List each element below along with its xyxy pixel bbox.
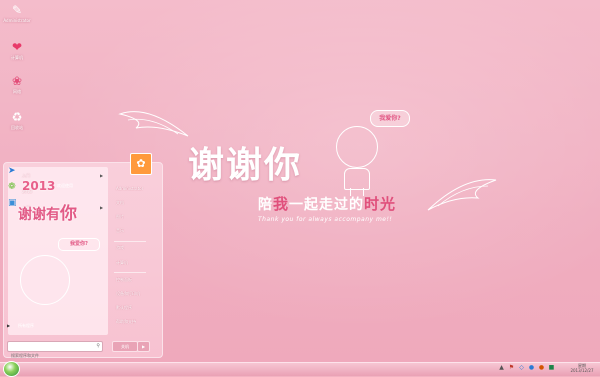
flag-icon[interactable]: ⚑ — [508, 364, 515, 371]
cartoon-girl-head — [336, 126, 378, 168]
network-icon: ❀ — [11, 74, 23, 88]
start-menu-right-item-pictures[interactable]: 图片 — [110, 214, 124, 219]
start-menu-year-subtext: 欢迎使用 — [57, 183, 73, 188]
start-menu-right-item-games[interactable]: 游戏 — [110, 245, 124, 250]
clock-date: 2013/12/27 — [570, 368, 594, 373]
desktop-icon-network[interactable]: ❀ 网络 — [0, 74, 34, 94]
desktop-icon-recycle-bin[interactable]: ♻ 回收站 — [0, 110, 34, 130]
start-menu-right-item-devices[interactable]: 设备和打印机 — [110, 291, 140, 296]
all-programs-button[interactable]: ▶ 所有程序 — [4, 322, 104, 330]
wallpaper-headline: 谢谢你 — [188, 145, 303, 186]
start-menu-right-item-control-panel[interactable]: 控制面板 — [110, 277, 132, 282]
start-menu-right-item-default-programs[interactable]: 默认程序 — [110, 305, 132, 310]
start-search-input[interactable] — [8, 351, 91, 360]
shutdown-button[interactable]: 关机 — [112, 341, 138, 352]
wallpaper-bubble-text: 我爱你? — [379, 115, 401, 122]
desktop-icon-computer[interactable]: ❤ 计算机 — [0, 40, 34, 60]
wallpaper-subline-emph2: 时光 — [364, 195, 397, 213]
desktop-icon-label: Administrator — [3, 18, 31, 23]
wallpaper-subline: 陪我一起走过的时光 — [258, 193, 396, 214]
chevron-right-icon: ▶ — [7, 323, 11, 328]
start-menu-right-item-user[interactable]: Administrator — [110, 186, 143, 191]
network-icon[interactable]: ◇ — [518, 364, 525, 371]
start-search-box[interactable]: ⚲ — [7, 341, 103, 360]
cartoon-girl-body — [344, 168, 370, 190]
start-menu-right-item-help[interactable]: 帮助和支持 — [110, 319, 136, 324]
security-icon[interactable]: ● — [538, 364, 545, 371]
desktop-icon-label: 网络 — [13, 89, 21, 94]
start-menu-headline-text: 谢谢有 — [18, 207, 60, 223]
volume-icon[interactable]: ● — [528, 364, 535, 371]
right-wing-decoration — [427, 179, 497, 211]
chevron-right-icon: ▶ — [141, 344, 146, 349]
chevron-right-icon[interactable]: ▶ — [100, 205, 103, 210]
start-menu-headline: 谢谢有你 — [18, 199, 77, 224]
desktop-icon-administrator[interactable]: ✎ Administrator — [0, 3, 34, 23]
shutdown-options-button[interactable]: ▶ — [137, 341, 150, 352]
wallpaper-english-text: Thank you for always accompany me!! — [258, 216, 393, 223]
desktop-icon-label: 回收站 — [11, 125, 23, 130]
windows-flag-icon: ▣ — [8, 198, 17, 208]
wallpaper-subline-prefix: 陪 — [258, 197, 273, 213]
left-wing-decoration — [118, 111, 189, 137]
start-menu-headline-big: 你 — [60, 204, 77, 224]
wallpaper-subline-mid: 一起走过的 — [289, 197, 365, 213]
start-menu-divider — [114, 241, 146, 242]
taskbar-clock[interactable]: 星期 2013/12/27 — [567, 363, 597, 373]
start-menu-right-item-documents[interactable]: 文档 — [110, 200, 124, 205]
recycle-bin-icon: ♻ — [11, 110, 23, 124]
user-avatar[interactable]: ✿ — [130, 153, 152, 175]
start-menu-year-text: 2013 — [22, 179, 56, 193]
start-menu-right-item-computer[interactable]: 计算机 — [110, 260, 128, 265]
paper-plane-icon: ➤ — [8, 166, 16, 176]
wallpaper-subline-emph: 我 — [273, 195, 290, 213]
start-menu-speech-bubble: 我爱你? — [58, 238, 100, 251]
all-programs-label: 所有程序 — [18, 323, 34, 328]
start-menu-right-item-music[interactable]: 音乐 — [110, 228, 124, 233]
search-icon[interactable]: ⚲ — [96, 343, 100, 349]
heart-computer-icon: ❤ — [11, 40, 23, 54]
desktop-icon-label: 计算机 — [11, 55, 23, 60]
flower-icon: ✿ — [136, 157, 146, 170]
language-icon[interactable]: ■ — [548, 364, 555, 371]
wallpaper-speech-bubble: 我爱你? — [370, 110, 410, 127]
up-arrow-icon[interactable]: ▲ — [498, 364, 505, 371]
chevron-right-icon[interactable]: ▶ — [100, 173, 103, 178]
leaf-icon: ❁ — [8, 182, 16, 192]
start-menu-bubble-text: 我爱你? — [70, 241, 88, 247]
start-menu-cartoon-girl — [20, 255, 70, 305]
start-menu-divider — [114, 272, 146, 273]
user-folder-icon: ✎ — [11, 3, 23, 17]
start-menu-right-pane: Administrator 文档 图片 音乐 游戏 计算机 控制面板 设备和打印… — [110, 167, 158, 335]
